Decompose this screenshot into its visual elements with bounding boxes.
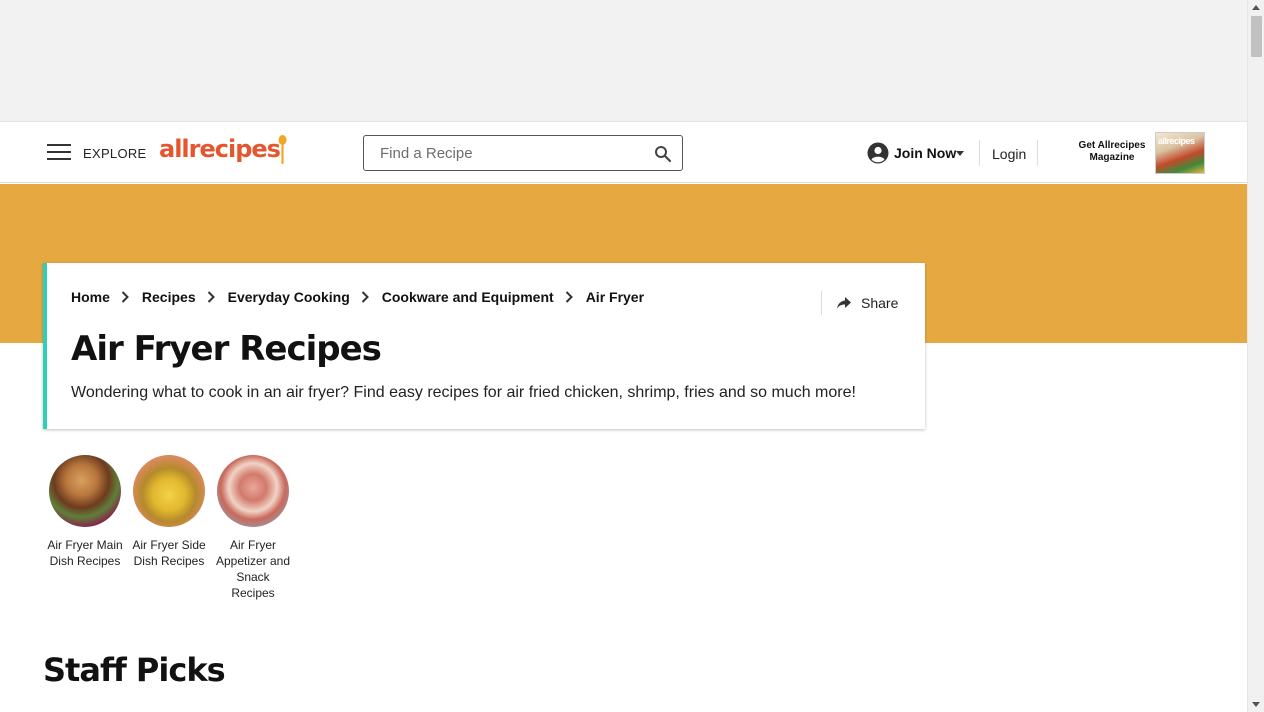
chevron-right-icon xyxy=(350,290,382,304)
menu-icon[interactable] xyxy=(47,144,71,162)
breadcrumb-cookware[interactable]: Cookware and Equipment xyxy=(382,289,554,305)
staff-picks-heading: Staff Picks xyxy=(43,651,226,689)
spoon-icon xyxy=(278,135,287,164)
share-button[interactable]: Share xyxy=(837,295,898,311)
breadcrumb: Home Recipes Everyday Cooking Cookware a… xyxy=(71,289,644,305)
category-item[interactable]: Air Fryer Appetizer and Snack Recipes xyxy=(211,455,295,601)
allrecipes-logo[interactable]: allrecipes xyxy=(159,135,291,171)
category-label[interactable]: Air Fryer Main Dish Recipes xyxy=(45,537,125,569)
scrollbar-thumb[interactable] xyxy=(1251,16,1262,57)
logo-text: allrecipes xyxy=(159,135,281,163)
category-item[interactable]: Air Fryer Side Dish Recipes xyxy=(127,455,211,601)
chevron-right-icon xyxy=(196,290,228,304)
magazine-link[interactable]: Get Allrecipes Magazine xyxy=(1072,140,1152,164)
page-title: Air Fryer Recipes xyxy=(71,329,382,369)
category-image[interactable] xyxy=(49,455,121,527)
vertical-scrollbar[interactable] xyxy=(1247,0,1264,712)
chevron-right-icon xyxy=(110,290,142,304)
header-divider xyxy=(979,140,980,166)
ad-banner-placeholder xyxy=(0,0,1247,122)
chevron-right-icon xyxy=(554,290,586,304)
search-input[interactable]: Find a Recipe xyxy=(380,145,473,162)
category-image[interactable] xyxy=(133,455,205,527)
share-arrow-icon xyxy=(837,297,851,309)
category-label[interactable]: Air Fryer Side Dish Recipes xyxy=(129,537,209,569)
user-account-icon[interactable] xyxy=(867,142,889,164)
join-now-button[interactable]: Join Now xyxy=(894,145,956,161)
magazine-cover-title: allrecipes xyxy=(1158,136,1195,146)
header-divider xyxy=(1037,140,1038,166)
explore-label[interactable]: EXPLORE xyxy=(83,146,147,161)
breadcrumb-everyday-cooking[interactable]: Everyday Cooking xyxy=(228,289,350,305)
scroll-down-icon[interactable] xyxy=(1252,702,1260,707)
share-divider xyxy=(821,291,822,315)
page-description: Wondering what to cook in an air fryer? … xyxy=(71,384,856,401)
share-label: Share xyxy=(861,295,899,311)
search-icon[interactable] xyxy=(654,145,672,163)
scroll-up-icon[interactable] xyxy=(1252,5,1260,10)
search-box[interactable]: Find a Recipe xyxy=(363,135,683,171)
category-label[interactable]: Air Fryer Appetizer and Snack Recipes xyxy=(213,537,293,601)
site-header: EXPLORE allrecipes Find a Recipe Join No… xyxy=(0,123,1247,183)
page-header-card: Home Recipes Everyday Cooking Cookware a… xyxy=(43,263,925,429)
category-carousel: Air Fryer Main Dish Recipes Air Fryer Si… xyxy=(43,455,295,601)
login-link[interactable]: Login xyxy=(992,146,1026,162)
breadcrumb-recipes[interactable]: Recipes xyxy=(142,289,196,305)
breadcrumb-home[interactable]: Home xyxy=(71,289,110,305)
magazine-cover-image[interactable]: allrecipes xyxy=(1155,132,1205,174)
breadcrumb-air-fryer[interactable]: Air Fryer xyxy=(586,289,644,305)
category-item[interactable]: Air Fryer Main Dish Recipes xyxy=(43,455,127,601)
chevron-down-icon[interactable] xyxy=(956,151,964,156)
category-image[interactable] xyxy=(217,455,289,527)
